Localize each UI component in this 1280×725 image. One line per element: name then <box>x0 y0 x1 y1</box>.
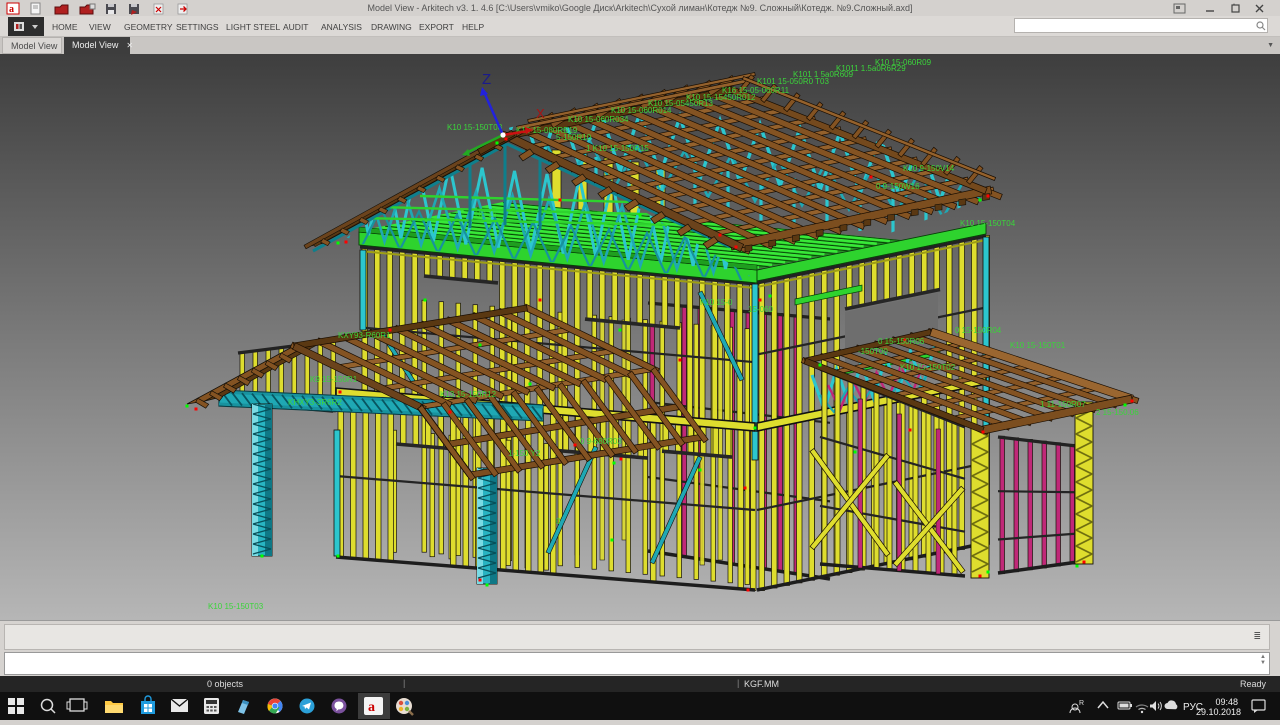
svg-text:29.10.2018: 29.10.2018 <box>1196 707 1241 717</box>
svg-text:1 K10 15-150R15: 1 K10 15-150R15 <box>586 144 649 153</box>
svg-text:Z: Z <box>482 71 491 88</box>
svg-text:15-060: 15-060 <box>748 305 773 314</box>
svg-text:0 15-150R04: 0 15-150R04 <box>955 326 1002 335</box>
svg-text:K10 15-060R09: K10 15-060R09 <box>875 58 932 67</box>
svg-text:K10 15-150T03: K10 15-150T03 <box>208 602 264 611</box>
svg-text:K10 15-150T01: K10 15-150T01 <box>1010 341 1066 350</box>
svg-text:-150T00: -150T00 <box>858 347 888 356</box>
svg-text:09:48: 09:48 <box>1215 697 1238 707</box>
svg-text:K16 15-05-060R11: K16 15-05-060R11 <box>722 86 790 95</box>
svg-text:5-150R10: 5-150R10 <box>556 133 592 142</box>
svg-text:0 9-150W16: 0 9-150W16 <box>876 182 920 191</box>
svg-text:0 15-150R06: 0 15-150R06 <box>878 337 925 346</box>
svg-text:0 9-680R03: 0 9-680R03 <box>580 437 622 446</box>
svg-text:0: 0 <box>556 517 561 526</box>
svg-text:K10 15-150T08: K10 15-150T08 <box>447 123 503 132</box>
svg-text:a: a <box>368 700 375 715</box>
svg-text:X: X <box>536 106 545 121</box>
svg-text:K10 15-0: K10 15-0 <box>700 298 733 307</box>
svg-text:R: R <box>1079 700 1084 707</box>
svg-text:HB 15: HB 15 <box>475 210 498 219</box>
svg-text:KHXY3-3R6R2: KHXY3-3R6R2 <box>288 398 342 407</box>
svg-text:K9 15-150R1: K9 15-150R1 <box>310 375 358 384</box>
svg-text:KXY93-R60R1: KXY93-R60R1 <box>338 331 391 340</box>
svg-text:a: a <box>9 4 14 15</box>
svg-text:K10 15-150T04: K10 15-150T04 <box>960 219 1016 228</box>
svg-text:K10 15-060R034: K10 15-060R034 <box>568 115 629 124</box>
svg-text:K10 15-150T02: K10 15-150T02 <box>900 363 956 372</box>
svg-text:K13 15-150R12: K13 15-150R12 <box>440 390 497 399</box>
svg-text:1 11-150R07: 1 11-150R07 <box>1040 400 1086 409</box>
svg-text:2 15-150.06: 2 15-150.06 <box>1096 408 1139 417</box>
svg-text:1-150 Y2: 1-150 Y2 <box>508 449 541 458</box>
svg-text:K10 9-150V14: K10 9-150V14 <box>903 164 955 173</box>
